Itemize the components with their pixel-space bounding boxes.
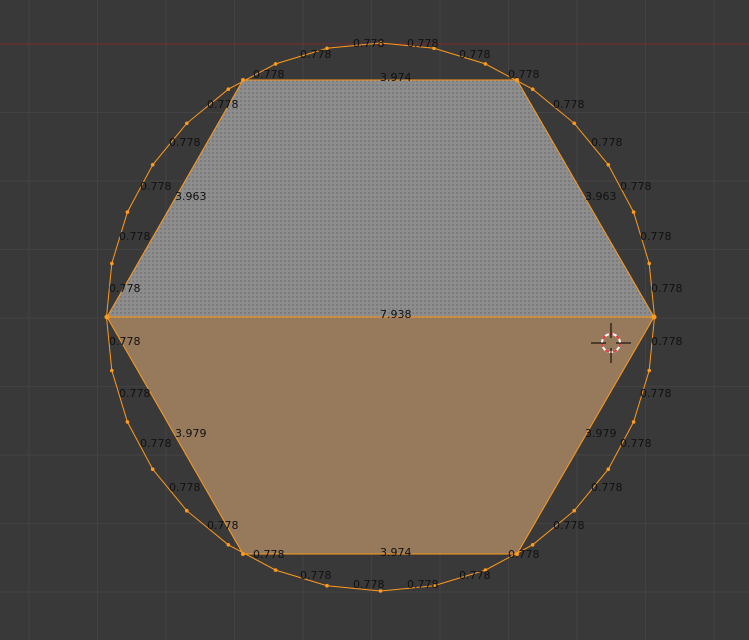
circle-vertex[interactable]: [125, 420, 130, 424]
segment-length-label: 0.778: [553, 98, 585, 111]
circle-vertex[interactable]: [631, 210, 636, 214]
vertex[interactable]: [104, 314, 110, 320]
segment-length-label: 0.778: [591, 481, 623, 494]
edge-length-middle: 7.938: [380, 308, 412, 321]
circle-vertex[interactable]: [273, 62, 278, 66]
segment-length-label: 0.778: [207, 519, 239, 532]
segment-length-label: 0.778: [651, 282, 683, 295]
segment-length-label: 0.778: [109, 335, 141, 348]
vertex[interactable]: [241, 552, 245, 556]
edge-length-bottom: 3.974: [380, 546, 412, 559]
circle-vertex[interactable]: [110, 261, 114, 266]
circle-vertex[interactable]: [185, 508, 189, 513]
segment-length-label: 0.778: [169, 481, 201, 494]
segment-length-label: 0.778: [119, 387, 151, 400]
segment-length-label: 0.778: [459, 48, 491, 61]
segment-length-label: 0.778: [620, 437, 652, 450]
circle-vertex[interactable]: [273, 568, 278, 572]
circle-vertex[interactable]: [530, 87, 535, 91]
segment-length-label: 0.778: [553, 519, 585, 532]
vertex[interactable]: [651, 314, 657, 320]
segment-length-label: 0.778: [508, 548, 540, 561]
segment-length-label: 0.778: [591, 136, 623, 149]
segment-length-label: 0.778: [353, 37, 385, 50]
segment-length-label: 0.778: [640, 230, 672, 243]
segment-length-label: 0.778: [620, 180, 652, 193]
segment-length-label: 0.778: [140, 180, 172, 193]
3d-viewport[interactable]: 3.974 7.938 3.974 3.963 3.963 3.979 3.97…: [0, 0, 749, 640]
segment-length-label: 0.778: [353, 578, 385, 591]
segment-length-label: 0.778: [109, 282, 141, 295]
vertex[interactable]: [241, 78, 245, 82]
segment-length-label: 0.778: [169, 136, 201, 149]
circle-vertex[interactable]: [226, 543, 231, 547]
circle-vertex[interactable]: [483, 62, 488, 66]
circle-vertex[interactable]: [325, 583, 329, 588]
edge-length-top: 3.974: [380, 71, 412, 84]
segment-length-label: 0.778: [300, 569, 332, 582]
edge-length-lower-right: 3.979: [585, 427, 617, 440]
segment-length-label: 0.778: [253, 68, 285, 81]
segment-length-label: 0.778: [407, 578, 439, 591]
segment-length-label: 0.778: [119, 230, 151, 243]
circle-vertex[interactable]: [185, 121, 189, 126]
circle-vertex[interactable]: [647, 261, 651, 266]
circle-vertex[interactable]: [125, 210, 130, 214]
segment-length-label: 0.778: [207, 98, 239, 111]
circle-vertex[interactable]: [606, 163, 611, 167]
edge-length-upper-left: 3.963: [175, 190, 207, 203]
segment-length-label: 0.778: [459, 569, 491, 582]
circle-vertex[interactable]: [606, 467, 611, 472]
circle-vertex[interactable]: [631, 420, 636, 424]
circle-vertex[interactable]: [226, 87, 231, 91]
circle-vertex[interactable]: [572, 508, 576, 513]
edge-length-upper-right: 3.963: [585, 190, 617, 203]
segment-length-label: 0.778: [140, 437, 172, 450]
segment-length-label: 0.778: [651, 335, 683, 348]
segment-length-label: 0.778: [640, 387, 672, 400]
circle-vertex[interactable]: [572, 121, 576, 126]
circle-vertex[interactable]: [110, 368, 114, 373]
circle-vertex[interactable]: [150, 163, 155, 167]
circle-vertex[interactable]: [530, 543, 535, 547]
circle-vertex[interactable]: [647, 368, 651, 373]
segment-length-label: 0.778: [407, 37, 439, 50]
segment-length-label: 0.778: [300, 48, 332, 61]
circle-vertex[interactable]: [150, 467, 155, 472]
segment-length-label: 0.778: [508, 68, 540, 81]
segment-length-label: 0.778: [253, 548, 285, 561]
edge-length-lower-left: 3.979: [175, 427, 207, 440]
